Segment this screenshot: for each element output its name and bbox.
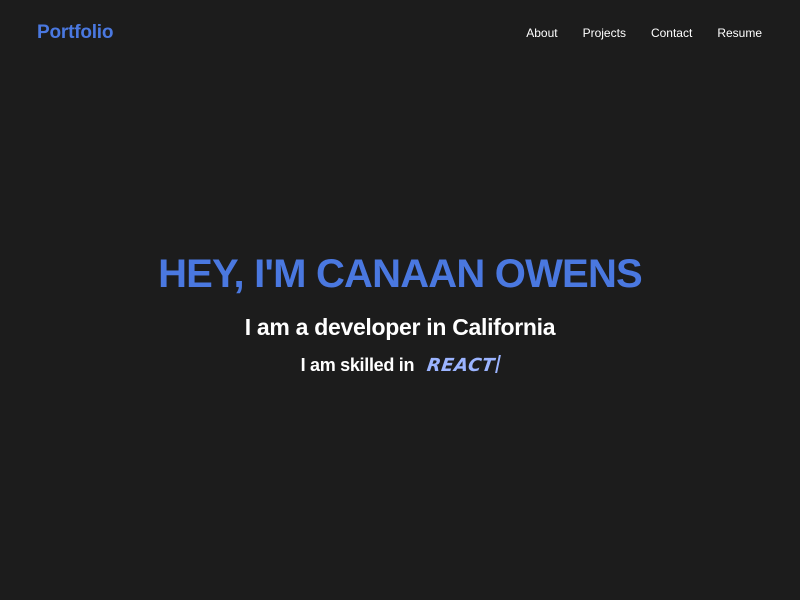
skills-prefix: I am skilled in: [300, 355, 415, 375]
nav-link-contact[interactable]: Contact: [651, 26, 692, 40]
nav-links: About Projects Contact Resume: [501, 26, 762, 40]
nav-link-projects[interactable]: Projects: [583, 26, 626, 40]
navbar: Portfolio About Projects Contact Resume: [0, 0, 800, 66]
skills-line: I am skilled in REACT: [0, 352, 800, 379]
hero-subtitle: I am a developer in California: [244, 314, 556, 340]
nav-link-resume[interactable]: Resume: [717, 26, 762, 40]
hero-section: HEY, I'M CANAAN OWENS I am a developer i…: [0, 248, 800, 379]
nav-link-about[interactable]: About: [526, 26, 557, 40]
brand-logo-link[interactable]: Portfolio: [37, 22, 113, 44]
page: Portfolio About Projects Contact Resume …: [0, 0, 800, 600]
typing-cursor: [495, 355, 502, 373]
hero-title: HEY, I'M CANAAN OWENS: [158, 252, 643, 296]
typed-skill-word: REACT: [425, 355, 496, 376]
